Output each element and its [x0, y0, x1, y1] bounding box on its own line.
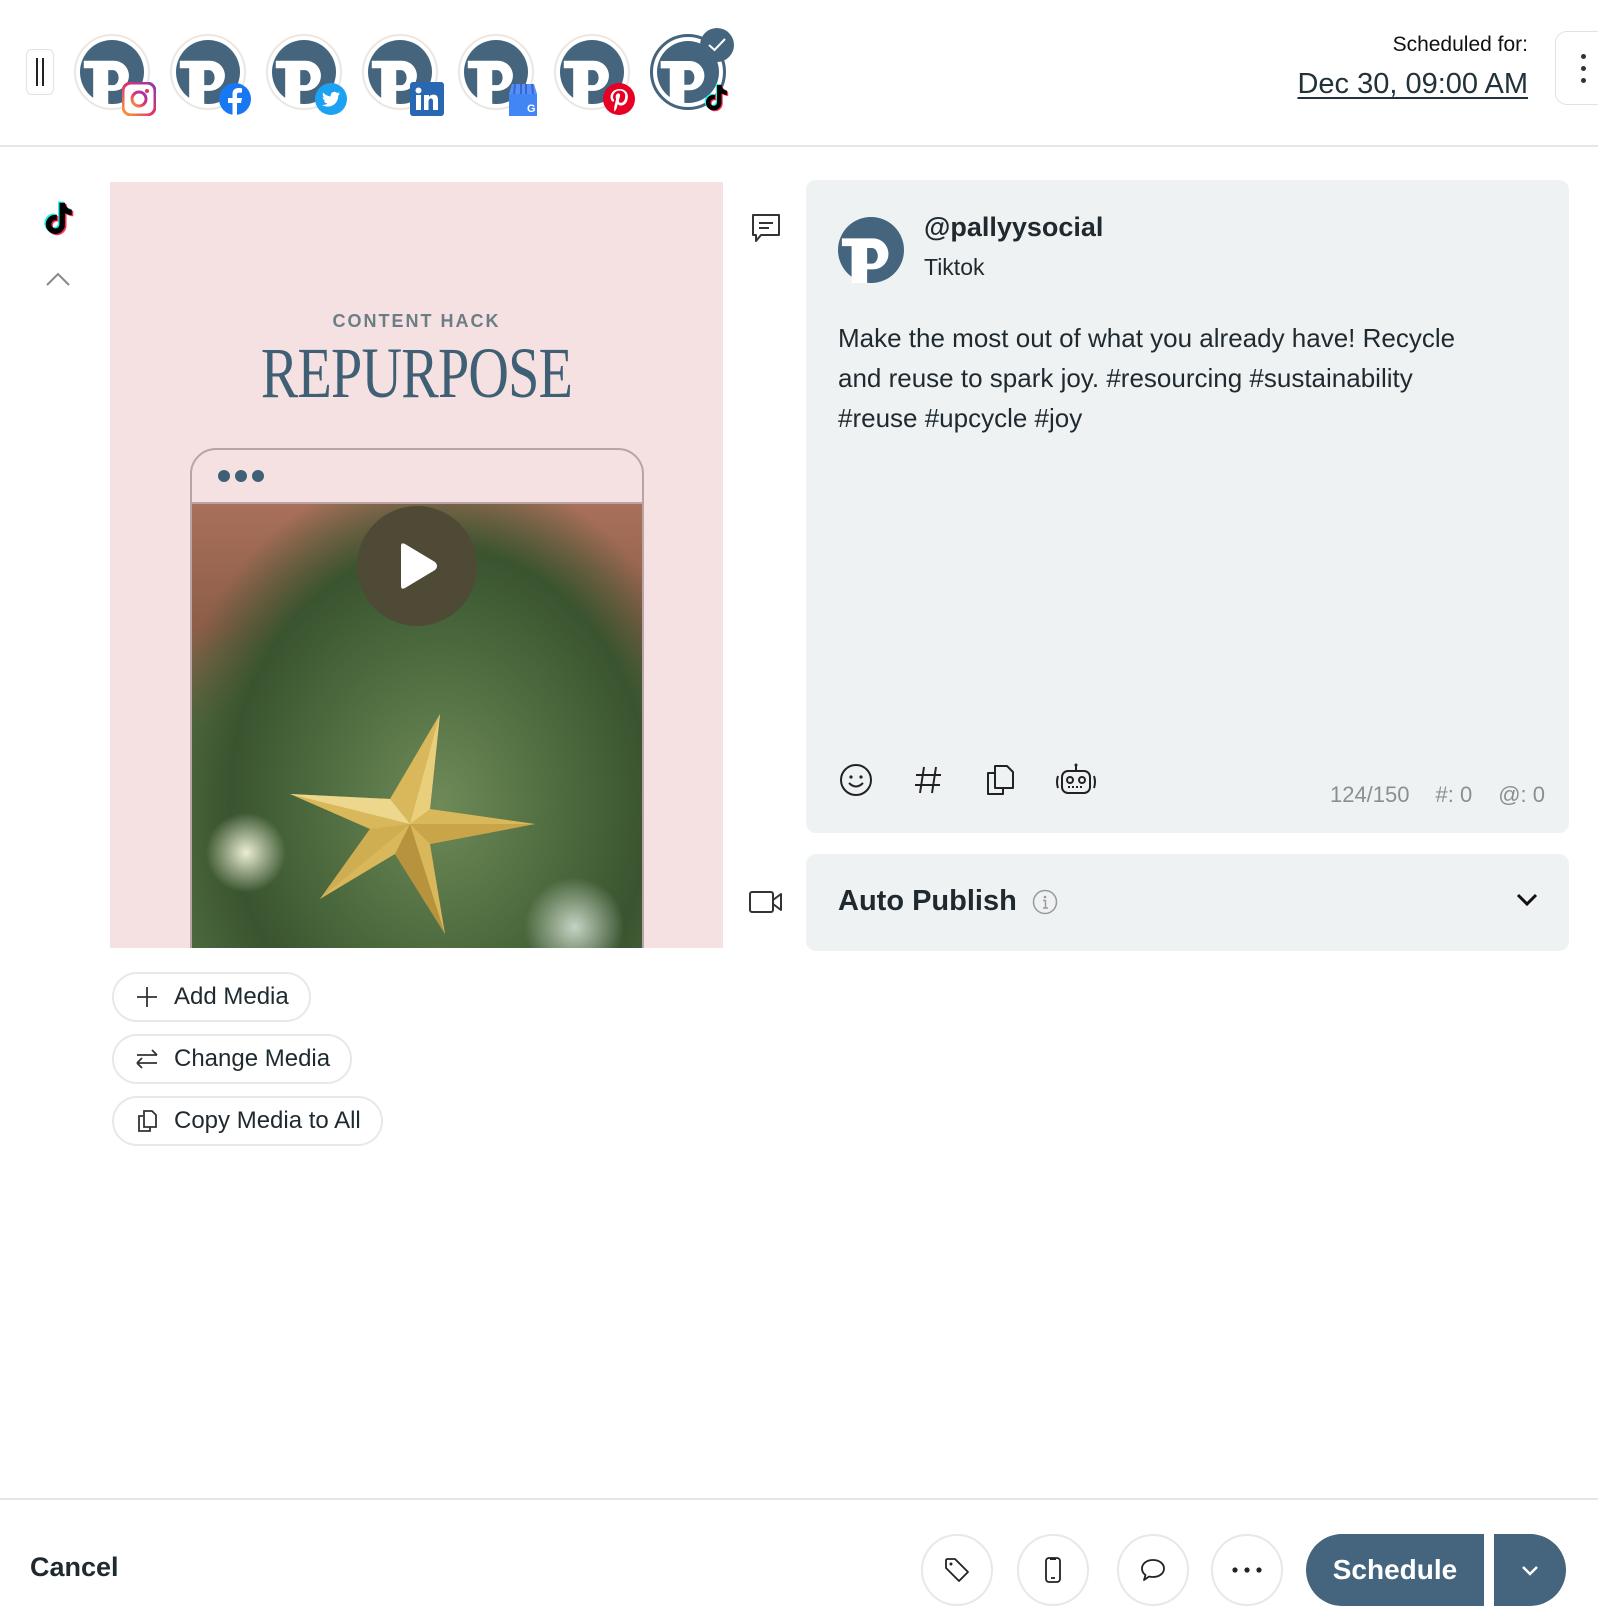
footer-divider	[0, 1498, 1598, 1500]
media-kicker-text: CONTENT HACK	[332, 311, 501, 331]
account-linkedin[interactable]	[362, 34, 444, 116]
more-horizontal-icon	[1232, 1567, 1262, 1573]
star-ornament-image	[290, 714, 535, 934]
auto-publish-title: Auto Publish	[838, 885, 1017, 917]
media-title-text: REPURPOSE	[260, 333, 573, 413]
play-icon	[401, 543, 437, 589]
google-business-icon: G	[509, 83, 537, 116]
hashtag-count: #: 0	[1435, 782, 1473, 807]
caption-icon[interactable]	[749, 212, 783, 246]
mention-count: @: 0	[1498, 782, 1545, 807]
account-google-business[interactable]: G	[458, 34, 537, 116]
instagram-icon	[122, 82, 156, 116]
copy-media-label: Copy Media to All	[174, 1107, 361, 1134]
copy-media-to-all-button[interactable]: Copy Media to All	[112, 1096, 383, 1146]
twitter-icon	[315, 83, 347, 115]
account-instagram[interactable]	[74, 34, 156, 116]
add-media-label: Add Media	[174, 983, 289, 1010]
account-facebook[interactable]	[170, 34, 251, 116]
post-caption-textarea[interactable]: Make the most out of what you already ha…	[838, 318, 1478, 438]
tiktok-icon	[704, 84, 729, 112]
hashtag-icon[interactable]	[910, 762, 946, 798]
account-list: G	[74, 28, 734, 116]
account-network: Tiktok	[924, 254, 985, 280]
schedule-options-button[interactable]	[1494, 1534, 1566, 1606]
account-selector-header: G Scheduled for: Dec 30, 09:00 AM	[0, 0, 1598, 147]
info-icon[interactable]	[1032, 889, 1058, 915]
selected-check-icon	[700, 28, 734, 62]
kebab-menu-icon[interactable]	[1555, 31, 1598, 105]
post-counters: 124/150 #: 0 @: 0	[1330, 782, 1545, 808]
comment-button[interactable]	[1117, 1534, 1189, 1606]
scheduled-date-link[interactable]: Dec 30, 09:00 AM	[1297, 68, 1528, 101]
account-pinterest[interactable]	[554, 34, 635, 115]
schedule-button[interactable]: Schedule	[1306, 1534, 1484, 1606]
svg-text:G: G	[527, 103, 536, 115]
chevron-down-icon	[1522, 1566, 1538, 1576]
copy-icon	[138, 1110, 157, 1132]
change-media-button[interactable]: Change Media	[112, 1034, 353, 1084]
account-twitter[interactable]	[266, 34, 347, 115]
ai-robot-icon[interactable]	[1054, 762, 1098, 798]
more-options-button[interactable]	[1211, 1534, 1283, 1606]
mobile-preview-button[interactable]	[1017, 1534, 1089, 1606]
tiktok-icon	[44, 201, 74, 236]
facebook-icon	[219, 83, 251, 116]
comment-icon	[1141, 1559, 1165, 1581]
emoji-icon[interactable]	[838, 762, 874, 798]
auto-publish-accordion[interactable]: Auto Publish	[806, 854, 1569, 951]
account-tiktok[interactable]	[650, 28, 734, 112]
mobile-preview-icon	[1045, 1557, 1061, 1583]
chevron-up-icon[interactable]	[44, 270, 72, 288]
drag-handle-icon[interactable]	[26, 49, 54, 95]
tag-button[interactable]	[921, 1534, 993, 1606]
account-handle: @pallyysocial	[924, 212, 1104, 242]
play-button[interactable]	[357, 506, 477, 626]
change-media-label: Change Media	[174, 1045, 331, 1072]
swap-arrows-icon	[136, 1049, 158, 1069]
add-media-button[interactable]: Add Media	[112, 972, 311, 1022]
post-editor-card: @pallyysocial Tiktok Make the most out o…	[806, 180, 1569, 833]
plus-icon	[137, 987, 157, 1007]
chevron-down-icon[interactable]	[1515, 892, 1539, 908]
editor-toolbar	[838, 762, 1098, 798]
avatar	[838, 217, 904, 283]
cancel-button[interactable]: Cancel	[30, 1552, 119, 1583]
pinterest-icon	[603, 83, 635, 115]
linkedin-icon	[410, 82, 444, 116]
character-count: 124/150	[1329, 782, 1410, 807]
copy-icon[interactable]	[982, 762, 1018, 798]
tag-icon	[945, 1558, 969, 1582]
scheduled-for-label: Scheduled for:	[1392, 33, 1528, 56]
phone-dots-icon	[218, 470, 264, 482]
video-icon[interactable]	[748, 888, 784, 916]
